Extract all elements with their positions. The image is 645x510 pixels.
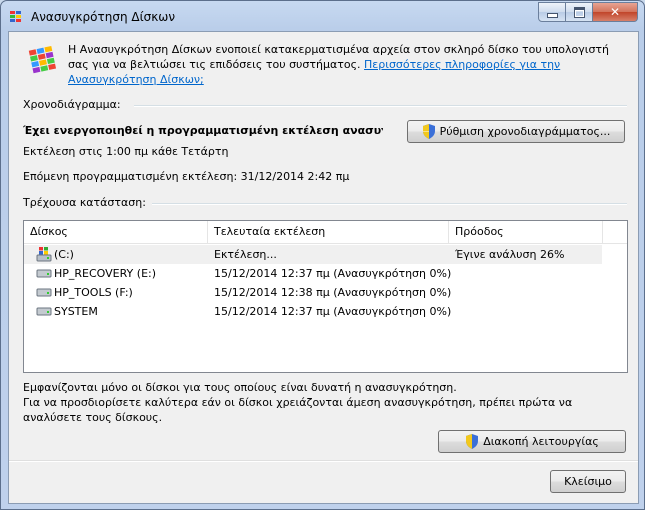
configure-schedule-label: Ρύθμιση χρονοδιαγράμματος... [439, 125, 611, 138]
hard-drive-icon [36, 288, 52, 297]
table-row[interactable]: HP_RECOVERY (E:) 15/12/2014 12:37 πμ (Αν… [24, 264, 602, 283]
table-row[interactable]: SYSTEM 15/12/2014 12:37 πμ (Ανασυγκρότησ… [24, 302, 602, 321]
close-icon: ✕ [609, 5, 621, 19]
info-line-1: Εμφανίζονται μόνο οι δίσκοι για τους οπο… [23, 381, 457, 394]
defrag-large-icon [28, 45, 57, 74]
hard-drive-icon [36, 307, 52, 316]
disk-name: HP_TOOLS (F:) [54, 286, 133, 299]
window-title: Ανασυγκρότηση Δίσκων [31, 10, 176, 24]
schedule-divider [134, 105, 627, 107]
description: Η Ανασυγκρότηση Δίσκων ενοποιεί κατακερμ… [68, 42, 628, 87]
uac-shield-icon [422, 124, 435, 139]
current-status-label: Τρέχουσα κατάσταση: [23, 196, 146, 209]
minimize-button[interactable] [538, 2, 566, 22]
schedule-label: Χρονοδιάγραμμα: [23, 98, 121, 111]
close-button-label: Κλείσιμο [564, 475, 612, 488]
next-scheduled-run: Επόμενη προγραμματισμένη εκτέλεση: 31/12… [23, 170, 350, 183]
stop-operation-label: Διακοπή λειτουργίας [483, 435, 599, 448]
close-button[interactable]: Κλείσιμο [550, 470, 626, 493]
schedule-status: Έχει ενεργοποιηθεί η προγραμματισμένη εκ… [23, 124, 383, 137]
last-run: 15/12/2014 12:37 πμ (Ανασυγκρότηση 0%) [214, 267, 452, 280]
minimize-icon [546, 12, 558, 18]
configure-schedule-button[interactable]: Ρύθμιση χρονοδιαγράμματος... [407, 120, 625, 143]
last-run: 15/12/2014 12:37 πμ (Ανασυγκρότηση 0%) [214, 305, 452, 318]
disk-name: HP_RECOVERY (E:) [54, 267, 157, 280]
last-run: Εκτέλεση... [214, 248, 277, 261]
system-drive-icon [36, 247, 52, 262]
current-status-divider [152, 203, 627, 205]
progress: Έγινε ανάλυση 26% [455, 248, 565, 261]
table-row[interactable]: (C:) Εκτέλεση... Έγινε ανάλυση 26% [24, 245, 602, 264]
info-text: Εμφανίζονται μόνο οι δίσκοι για τους οπο… [23, 380, 628, 425]
info-line-2: Για να προσδιορίσετε καλύτερα εάν οι δίσ… [23, 396, 573, 424]
defrag-app-icon [10, 11, 21, 22]
schedule-run-time: Εκτέλεση στις 1:00 πμ κάθε Τετάρτη [23, 145, 229, 158]
stop-operation-button[interactable]: Διακοπή λειτουργίας [438, 430, 626, 453]
column-header-progress[interactable]: Πρόοδος [449, 221, 603, 243]
hard-drive-icon [36, 269, 52, 278]
disk-list[interactable]: Δίσκος Τελευταία εκτέλεση Πρόοδος (C:) Ε… [23, 220, 628, 373]
column-header-disk[interactable]: Δίσκος [24, 221, 208, 243]
disk-name: SYSTEM [54, 305, 98, 318]
list-header: Δίσκος Τελευταία εκτέλεση Πρόοδος [24, 221, 627, 244]
dialog-content: Η Ανασυγκρότηση Δίσκων ενοποιεί κατακερμ… [8, 31, 639, 504]
title-bar[interactable]: Ανασυγκρότηση Δίσκων ✕ [1, 1, 644, 31]
close-window-button[interactable]: ✕ [593, 2, 638, 22]
column-header-last-run[interactable]: Τελευταία εκτέλεση [208, 221, 449, 243]
maximize-button[interactable] [566, 2, 593, 22]
uac-shield-icon [466, 434, 479, 449]
defrag-window: Ανασυγκρότηση Δίσκων ✕ Η Ανασυγκρότηση Δ… [0, 0, 645, 510]
maximize-icon [573, 6, 585, 18]
table-row[interactable]: HP_TOOLS (F:) 15/12/2014 12:38 πμ (Ανασυ… [24, 283, 602, 302]
footer-divider [9, 460, 638, 462]
last-run: 15/12/2014 12:38 πμ (Ανασυγκρότηση 0%) [214, 286, 452, 299]
disk-name: (C:) [54, 248, 74, 261]
